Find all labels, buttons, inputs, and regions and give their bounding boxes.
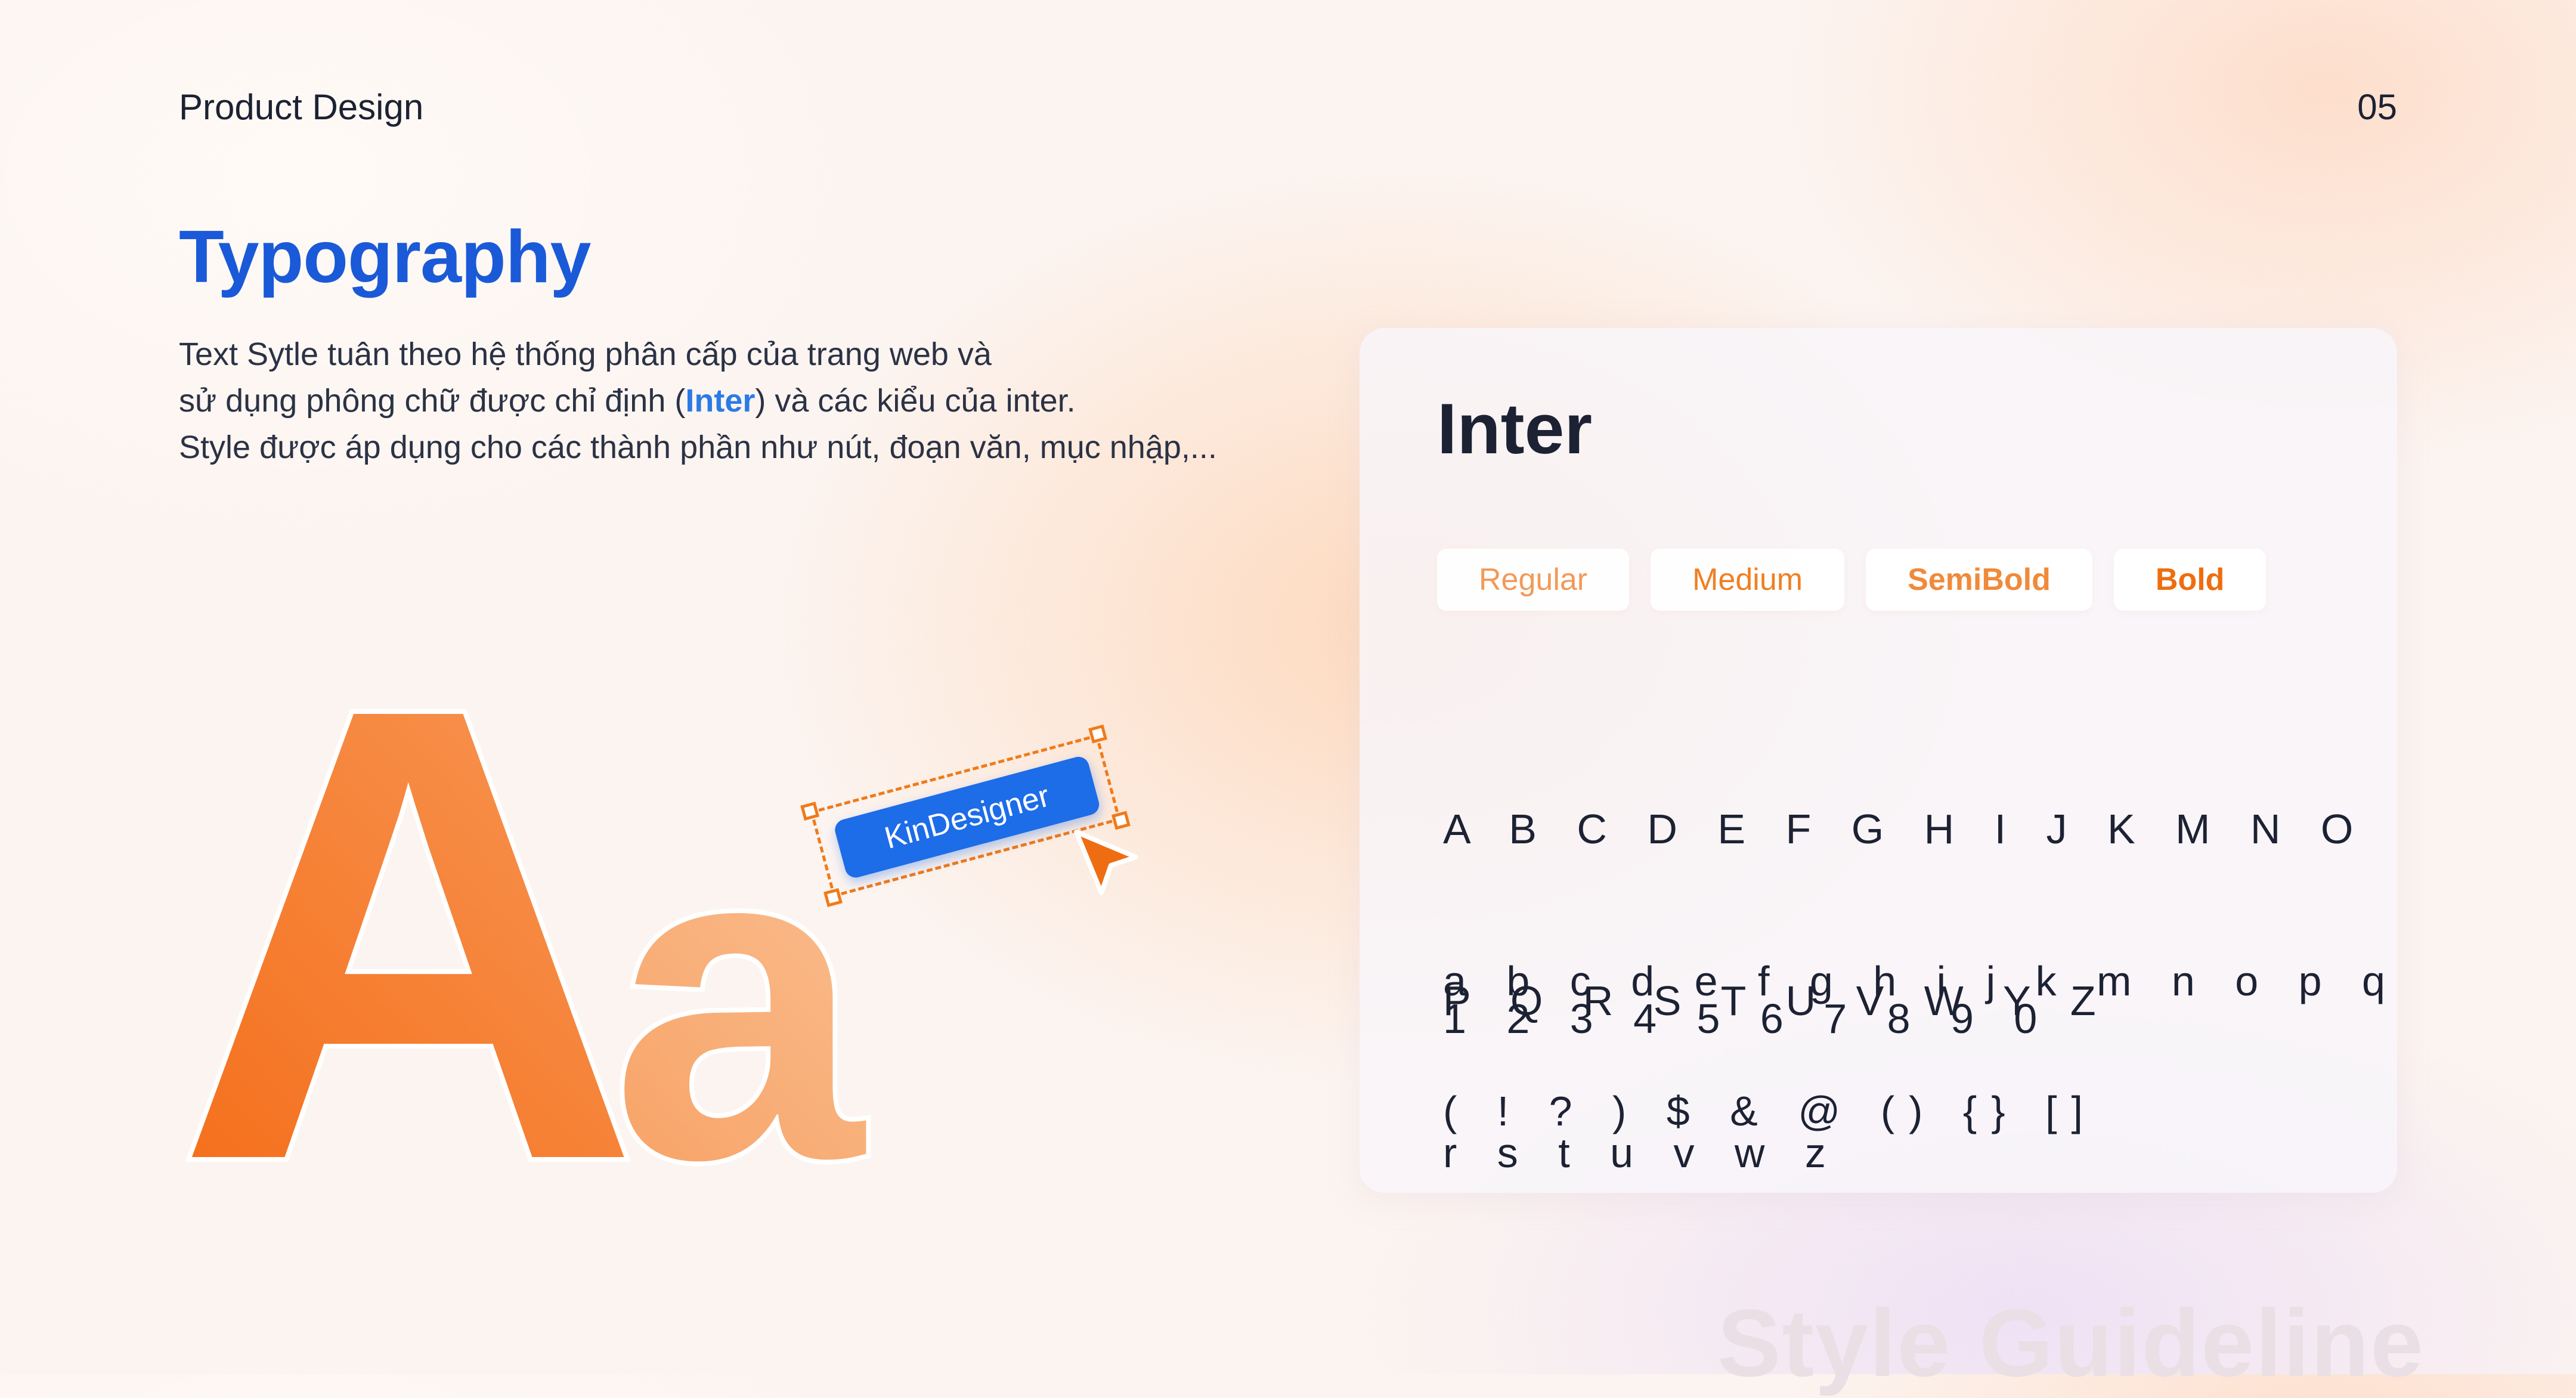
pointer-arrow-icon	[1070, 826, 1148, 904]
symbol-glyphs: ( ! ? ) $ & @ () {} []	[1443, 1088, 2097, 1134]
weight-semibold-chip[interactable]: SemiBold	[1866, 549, 2092, 611]
big-letters-text: Aa	[176, 574, 866, 1294]
lowercase-glyphs: a b c d e f g h i j k m n o p q r s t u …	[1443, 838, 2399, 1296]
description-line-2-post: ) và các kiểu của inter.	[755, 383, 1076, 419]
brand-label: Product Design	[179, 87, 424, 127]
aa-showcase: Aa	[171, 569, 951, 1298]
description-line-2-pre: sử dụng phông chữ được chỉ định (	[179, 383, 686, 419]
description-line-3: Style được áp dụng cho các thành phần nh…	[179, 429, 1217, 465]
weight-regular-chip[interactable]: Regular	[1437, 549, 1630, 611]
section-description: Text Sytle tuân theo hệ thống phân cấp c…	[179, 331, 1217, 471]
page-title: Typography	[179, 216, 591, 298]
number-glyphs: 1 2 3 4 5 6 7 8 9 0	[1443, 995, 2052, 1042]
weight-bold-chip[interactable]: Bold	[2113, 549, 2267, 611]
font-name-highlight: Inter	[685, 383, 756, 419]
font-name: Inter	[1437, 389, 1593, 469]
watermark-text: Style Guideline	[1717, 1289, 2425, 1396]
font-weights: Regular Medium SemiBold Bold	[1437, 549, 2267, 611]
page-number: 05	[2357, 87, 2397, 127]
description-line-2: sử dụng phông chữ được chỉ định (Inter) …	[179, 378, 1217, 424]
resize-handle-top-right[interactable]	[1088, 724, 1108, 744]
weight-medium-chip[interactable]: Medium	[1651, 549, 1845, 611]
description-line-1: Text Sytle tuân theo hệ thống phân cấp c…	[179, 336, 992, 372]
font-specimen-card: Inter Regular Medium SemiBold Bold A B C…	[1360, 328, 2397, 1193]
